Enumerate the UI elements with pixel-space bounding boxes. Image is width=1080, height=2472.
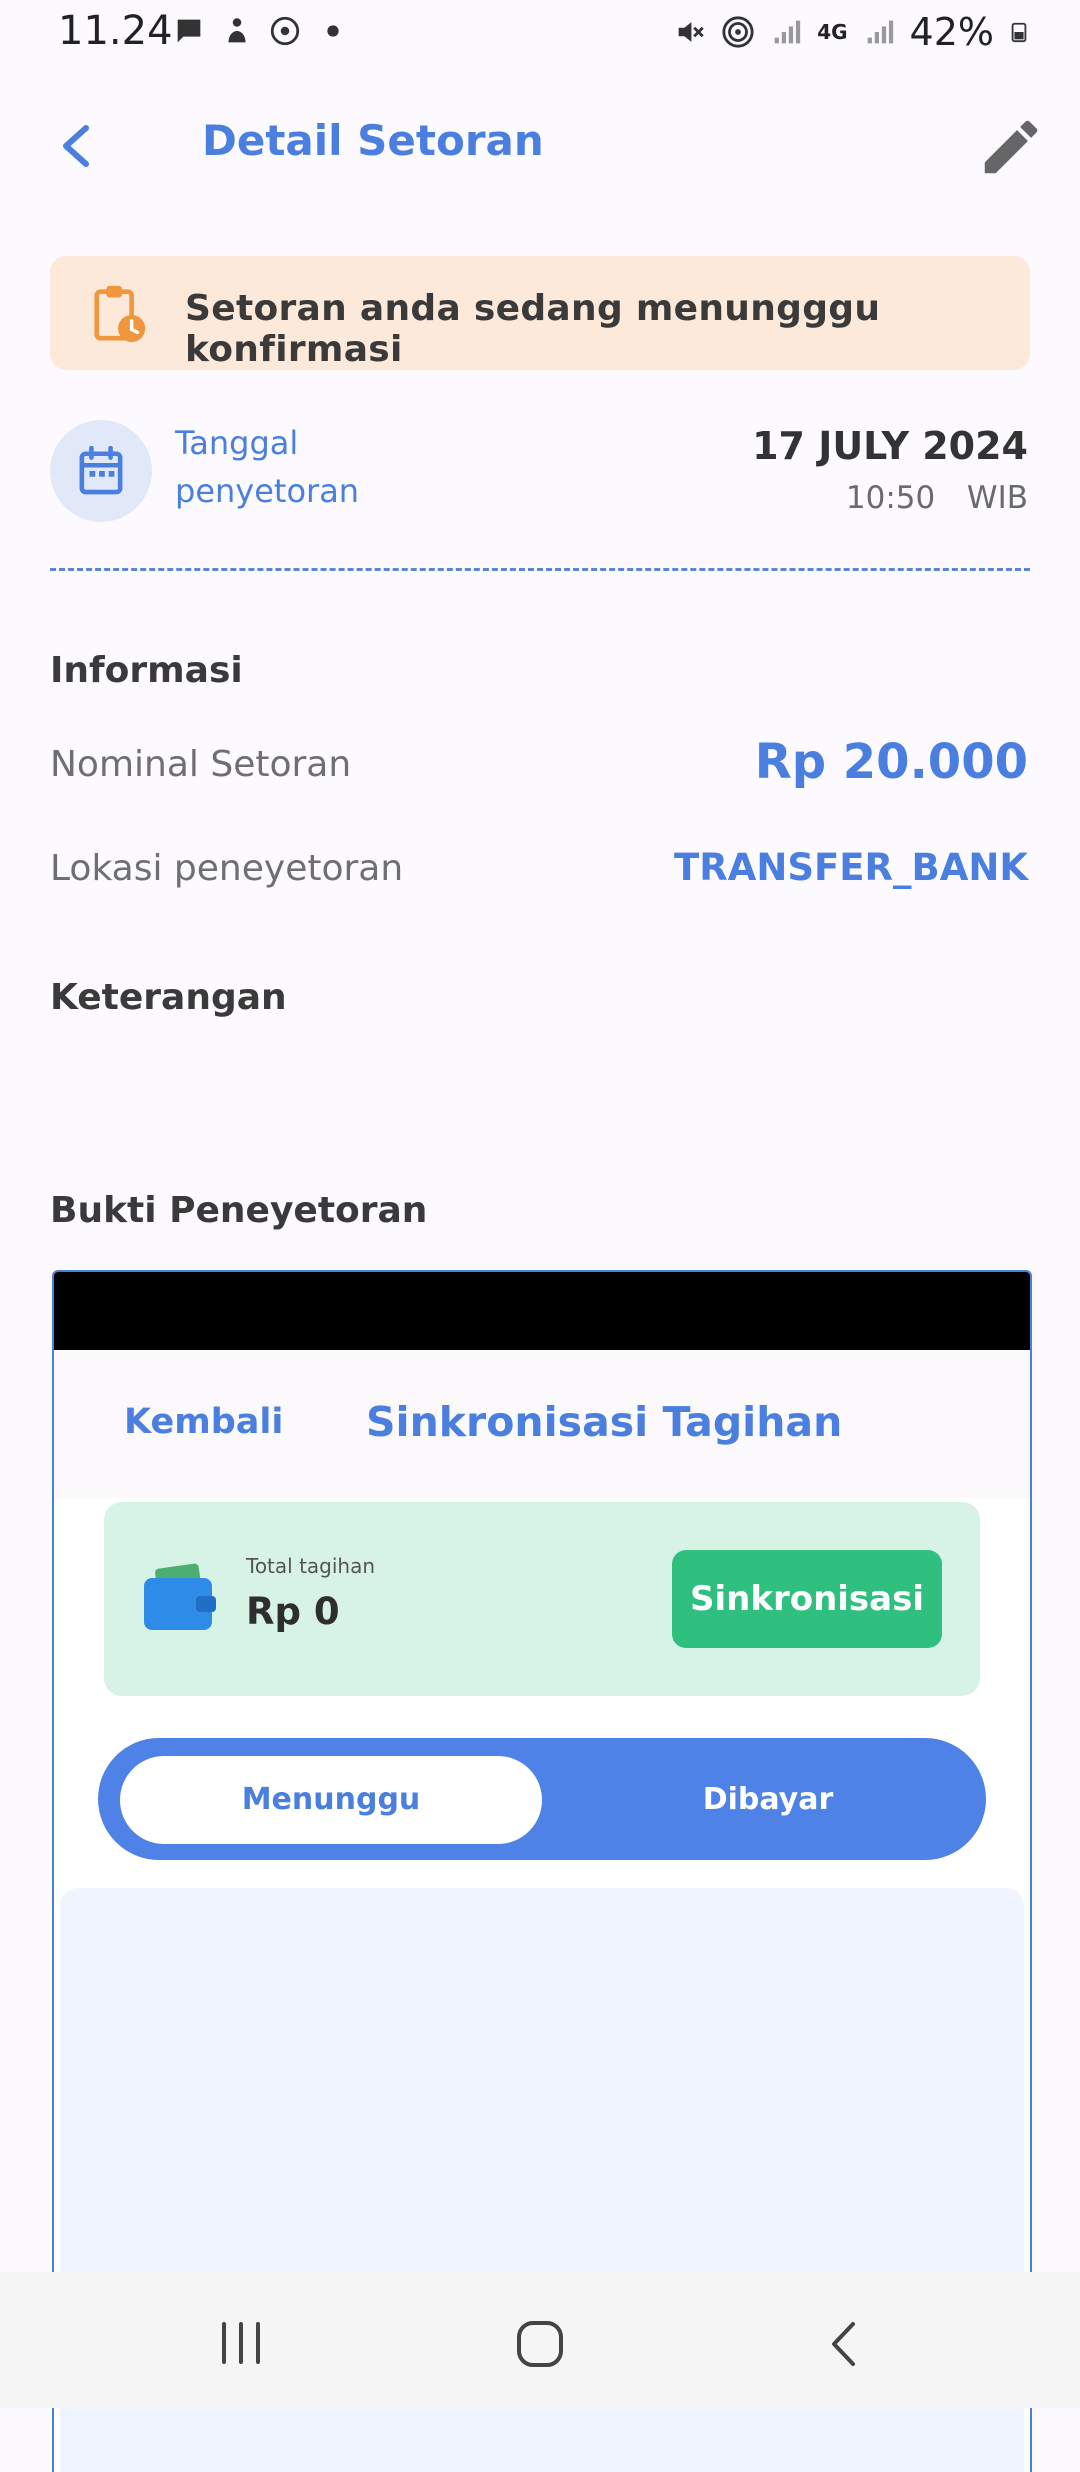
- proof-title: Sinkronisasi Tagihan: [366, 1398, 843, 1446]
- location-label: Lokasi peneyetoran: [50, 848, 404, 889]
- hotspot-icon: [722, 16, 754, 48]
- proof-total-label: Total tagihan: [246, 1554, 376, 1578]
- nominal-label: Nominal Setoran: [50, 744, 352, 785]
- status-time: 11.24: [58, 8, 173, 54]
- proof-tab-toggle: Menunggu Dibayar: [98, 1738, 986, 1860]
- nominal-value: Rp 20.000: [754, 734, 1028, 790]
- calendar-icon: [79, 446, 123, 495]
- status-right: 4G 42%: [673, 10, 1030, 54]
- pencil-icon: [984, 120, 1038, 174]
- person-icon: [228, 18, 246, 43]
- battery-percent: 42%: [909, 10, 994, 54]
- battery-icon: [1011, 22, 1027, 43]
- page-title: Detail Setoran: [202, 116, 544, 165]
- clipboard-clock-icon: [94, 285, 146, 343]
- signal-icon: [774, 20, 801, 44]
- banner-message: Setoran anda sedang menungggu konfirmasi: [185, 288, 881, 370]
- chevron-left-icon: [63, 125, 89, 167]
- proof-status-bar: [54, 1272, 1030, 1350]
- signal-icon-2: [867, 20, 893, 44]
- mute-icon: [678, 22, 704, 42]
- pending-banner: Setoran anda sedang menungggu konfirmasi: [50, 256, 1030, 370]
- system-nav-bar: [0, 2272, 1080, 2408]
- proof-tab-waiting: Menunggu: [120, 1756, 542, 1844]
- date-label-line2: penyetoran: [175, 472, 360, 510]
- chat-icon: [177, 19, 201, 43]
- home-icon[interactable]: [514, 2318, 566, 2370]
- proof-section-title: Bukti Peneyetoran: [50, 1190, 428, 1231]
- deposit-date: 17 JULY 2024: [752, 424, 1028, 468]
- whatsapp-icon: [270, 16, 300, 46]
- dot-icon: [327, 25, 339, 37]
- proof-back-label: Kembali: [124, 1402, 284, 1442]
- deposit-time: 10:50 WIB: [845, 480, 1028, 516]
- proof-total-value: Rp 0: [246, 1590, 340, 1633]
- proof-total-card: Total tagihan Rp 0 Sinkronisasi: [104, 1502, 980, 1696]
- info-section-title: Informasi: [50, 650, 243, 691]
- status-bar: 11.24 4G 42%: [0, 0, 1080, 70]
- recent-apps-icon[interactable]: [216, 2318, 266, 2368]
- location-value: TRANSFER_BANK: [674, 846, 1028, 889]
- wallet-icon: [144, 1563, 216, 1630]
- date-label-line1: Tanggal: [175, 424, 299, 462]
- edit-button[interactable]: [976, 112, 1046, 182]
- proof-sync-button: Sinkronisasi: [672, 1550, 942, 1648]
- proof-tab-paid: Dibayar: [702, 1782, 834, 1817]
- back-button[interactable]: [50, 110, 110, 180]
- back-nav-icon[interactable]: [820, 2318, 870, 2370]
- network-label: 4G: [817, 20, 848, 44]
- dashed-divider: [50, 568, 1030, 571]
- calendar-badge: [50, 420, 152, 522]
- notification-icons: [172, 14, 350, 48]
- notes-section-title: Keterangan: [50, 977, 287, 1018]
